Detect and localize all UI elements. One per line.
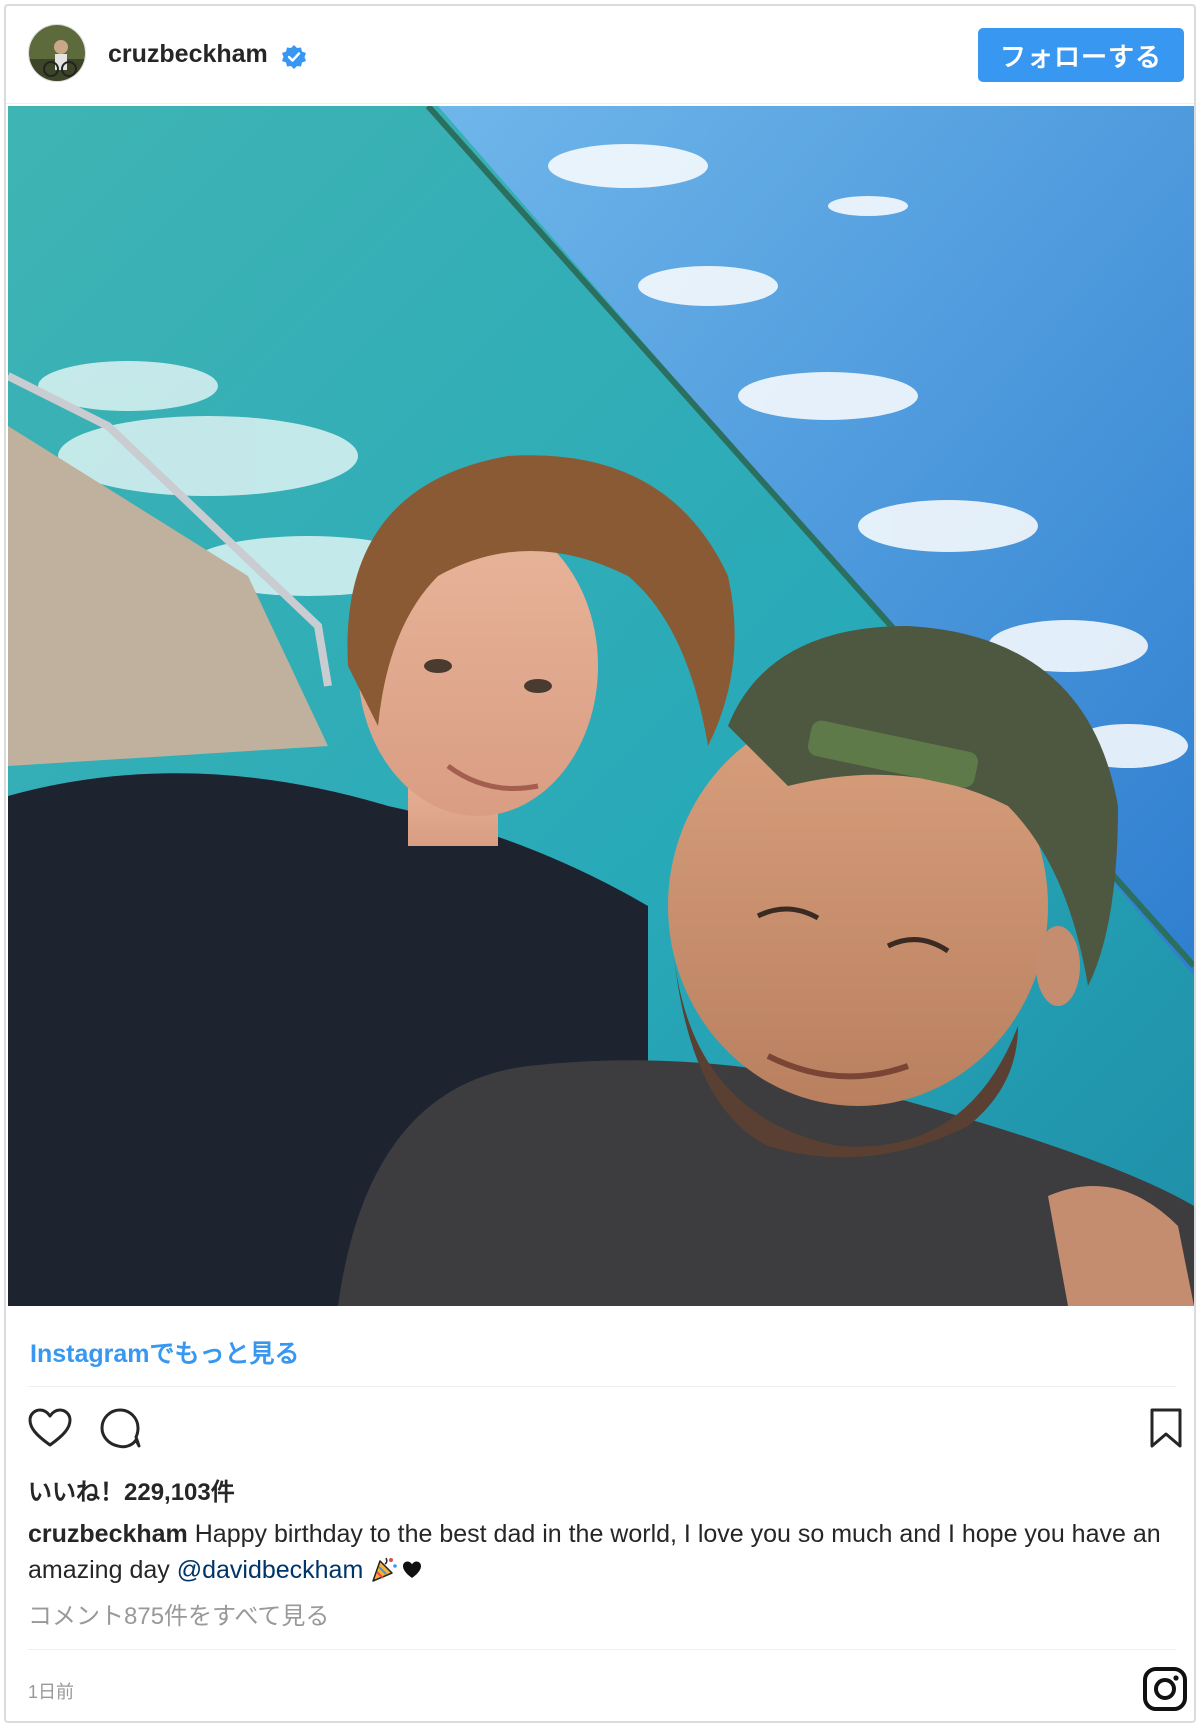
caption: cruzbeckham Happy birthday to the best d… — [28, 1516, 1178, 1588]
caption-username[interactable]: cruzbeckham — [28, 1520, 188, 1548]
divider — [28, 1386, 1176, 1387]
timestamp[interactable]: 1日前 — [28, 1678, 74, 1704]
verified-badge-icon — [282, 45, 306, 69]
heart-icon[interactable] — [26, 1404, 74, 1452]
instagram-embed-card: cruzbeckham フォローする Instagramでもっと見る いいね！2… — [4, 4, 1196, 1723]
username[interactable]: cruzbeckham — [108, 40, 268, 69]
follow-button[interactable]: フォローする — [978, 28, 1184, 82]
avatar[interactable] — [28, 24, 86, 82]
post-photo[interactable] — [8, 106, 1194, 1306]
view-more-on-instagram-link[interactable]: Instagramでもっと見る — [30, 1334, 299, 1370]
comment-icon[interactable] — [96, 1404, 144, 1452]
instagram-logo-icon[interactable] — [1142, 1666, 1188, 1712]
bookmark-icon[interactable] — [1142, 1404, 1190, 1452]
post-header: cruzbeckham フォローする — [6, 6, 1194, 104]
view-all-comments-link[interactable]: コメント875件をすべて見る — [28, 1596, 329, 1631]
caption-mention[interactable]: @davidbeckham — [177, 1556, 364, 1584]
likes-count[interactable]: いいね！229,103件 — [28, 1472, 235, 1507]
black-heart-icon — [403, 1561, 422, 1578]
divider — [28, 1649, 1176, 1650]
party-popper-icon — [372, 1557, 398, 1582]
